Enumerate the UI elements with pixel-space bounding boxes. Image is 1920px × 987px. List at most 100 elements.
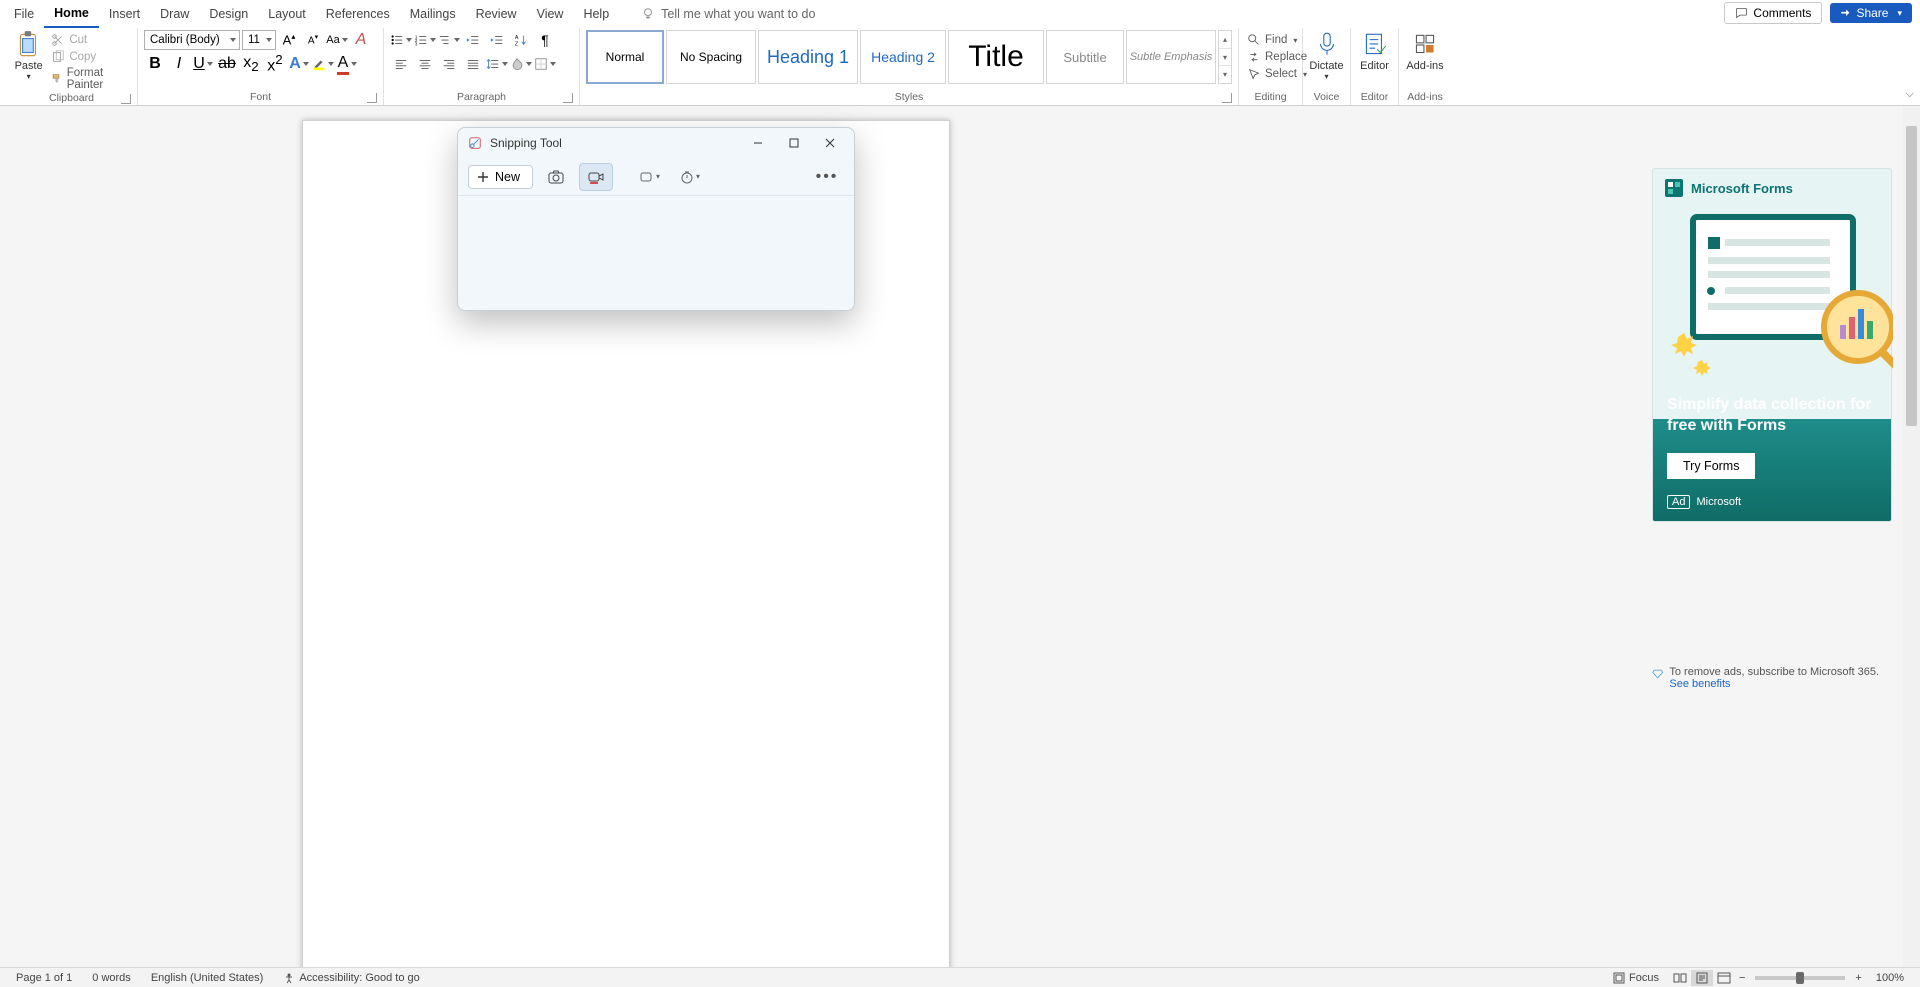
snip-new-button[interactable]: New (468, 165, 533, 189)
text-effects-button[interactable]: A (288, 53, 310, 75)
zoom-level[interactable]: 100% (1866, 972, 1914, 984)
scrollbar-thumb[interactable] (1906, 126, 1917, 426)
styles-scroll-down[interactable]: ▾ (1219, 49, 1231, 67)
snip-minimize-button[interactable] (740, 129, 776, 157)
tab-home[interactable]: Home (44, 0, 99, 28)
superscript-button[interactable]: x2 (264, 53, 286, 75)
line-spacing-icon (486, 57, 500, 71)
grow-font-button[interactable]: A▴ (278, 29, 300, 51)
addins-button[interactable]: Add-ins (1405, 30, 1445, 72)
style-heading-1[interactable]: Heading 1 (758, 30, 858, 84)
dictate-button[interactable]: Dictate▾ (1309, 30, 1344, 81)
tab-references[interactable]: References (316, 1, 400, 27)
status-accessibility[interactable]: Accessibility: Good to go (273, 972, 429, 984)
paragraph-dialog-launcher[interactable] (563, 93, 573, 103)
tab-draw[interactable]: Draw (150, 1, 199, 27)
tell-me-search[interactable]: Tell me what you want to do (641, 7, 815, 21)
zoom-slider[interactable] (1755, 976, 1845, 980)
snipping-titlebar[interactable]: Snipping Tool (458, 128, 854, 158)
numbering-button[interactable]: 123 (414, 29, 436, 51)
font-name-combo[interactable]: Calibri (Body) (144, 30, 240, 50)
svg-text:A: A (515, 35, 519, 41)
paste-button[interactable]: Paste ▾ (12, 30, 45, 81)
shrink-font-button[interactable]: A▾ (302, 29, 324, 51)
status-language[interactable]: English (United States) (141, 972, 274, 984)
shading-button[interactable] (510, 53, 532, 75)
subscript-button[interactable]: x2 (240, 53, 262, 75)
style-subtle-emphasis[interactable]: Subtle Emphasis (1126, 30, 1216, 84)
styles-scroll-up[interactable]: ▴ (1219, 31, 1231, 49)
style-normal[interactable]: Normal (586, 30, 664, 84)
font-color-button[interactable]: A (336, 53, 358, 75)
align-center-button[interactable] (414, 53, 436, 75)
ribbon-collapse-button[interactable]: ⌵ (1906, 88, 1914, 101)
tab-file[interactable]: File (4, 1, 44, 27)
style-subtitle[interactable]: Subtitle (1046, 30, 1124, 84)
web-layout-button[interactable] (1713, 970, 1735, 986)
copy-button[interactable]: Copy (49, 49, 131, 65)
justify-icon (466, 57, 480, 71)
timer-icon (680, 170, 694, 184)
align-left-button[interactable] (390, 53, 412, 75)
see-benefits-link[interactable]: See benefits (1669, 678, 1730, 690)
increase-indent-button[interactable] (486, 29, 508, 51)
font-dialog-launcher[interactable] (367, 93, 377, 103)
tab-mailings[interactable]: Mailings (400, 1, 466, 27)
change-case-button[interactable]: Aa (326, 29, 348, 51)
status-page[interactable]: Page 1 of 1 (6, 972, 82, 984)
cut-button[interactable]: Cut (49, 32, 131, 48)
show-marks-button[interactable]: ¶ (534, 29, 556, 51)
snip-more-button[interactable]: ••• (810, 163, 844, 191)
italic-button[interactable]: I (168, 53, 190, 75)
zoom-in-button[interactable]: + (1851, 972, 1865, 984)
styles-dialog-launcher[interactable] (1222, 93, 1232, 103)
ad-badge: Ad (1667, 495, 1690, 509)
tab-design[interactable]: Design (199, 1, 258, 27)
vertical-scrollbar[interactable] (1903, 106, 1920, 967)
replace-button[interactable]: Replace (1245, 49, 1309, 65)
align-right-button[interactable] (438, 53, 460, 75)
focus-mode-button[interactable]: Focus (1603, 972, 1669, 984)
snip-shape-dropdown[interactable]: ▾ (633, 163, 667, 191)
underline-button[interactable]: U (192, 53, 214, 75)
select-button[interactable]: Select▾ (1245, 66, 1309, 82)
style-heading-2[interactable]: Heading 2 (860, 30, 946, 84)
comments-button[interactable]: Comments (1724, 2, 1822, 24)
snip-close-button[interactable] (812, 129, 848, 157)
clipboard-dialog-launcher[interactable] (121, 94, 131, 104)
print-layout-button[interactable] (1691, 970, 1713, 986)
tab-review[interactable]: Review (466, 1, 527, 27)
read-mode-button[interactable] (1669, 970, 1691, 986)
sort-button[interactable]: AZ (510, 29, 532, 51)
tab-help[interactable]: Help (573, 1, 619, 27)
style-title[interactable]: Title (948, 30, 1044, 84)
bold-button[interactable]: B (144, 53, 166, 75)
find-button[interactable]: Find▾ (1245, 32, 1299, 48)
snip-delay-dropdown[interactable]: ▾ (673, 163, 707, 191)
highlight-button[interactable] (312, 53, 334, 75)
try-forms-button[interactable]: Try Forms (1667, 453, 1755, 479)
styles-gallery-expand[interactable]: ▾ (1219, 66, 1231, 83)
line-spacing-button[interactable] (486, 53, 508, 75)
format-painter-button[interactable]: Format Painter (49, 66, 131, 92)
tab-insert[interactable]: Insert (99, 1, 150, 27)
font-size-combo[interactable]: 11 (242, 30, 276, 50)
zoom-out-button[interactable]: − (1735, 972, 1749, 984)
snip-screenshot-mode[interactable] (539, 163, 573, 191)
share-button[interactable]: Share ▾ (1830, 3, 1912, 23)
tab-view[interactable]: View (527, 1, 574, 27)
status-words[interactable]: 0 words (82, 972, 141, 984)
clear-formatting-button[interactable]: A (350, 29, 372, 51)
borders-button[interactable] (534, 53, 556, 75)
strikethrough-button[interactable]: ab (216, 53, 238, 75)
snip-video-mode[interactable] (579, 163, 613, 191)
snip-maximize-button[interactable] (776, 129, 812, 157)
style-no-spacing[interactable]: No Spacing (666, 30, 756, 84)
justify-button[interactable] (462, 53, 484, 75)
editor-button[interactable]: Editor (1357, 30, 1392, 72)
tab-layout[interactable]: Layout (258, 1, 316, 27)
decrease-indent-button[interactable] (462, 29, 484, 51)
bullets-button[interactable] (390, 29, 412, 51)
multilevel-list-button[interactable] (438, 29, 460, 51)
zoom-slider-handle[interactable] (1796, 972, 1804, 984)
